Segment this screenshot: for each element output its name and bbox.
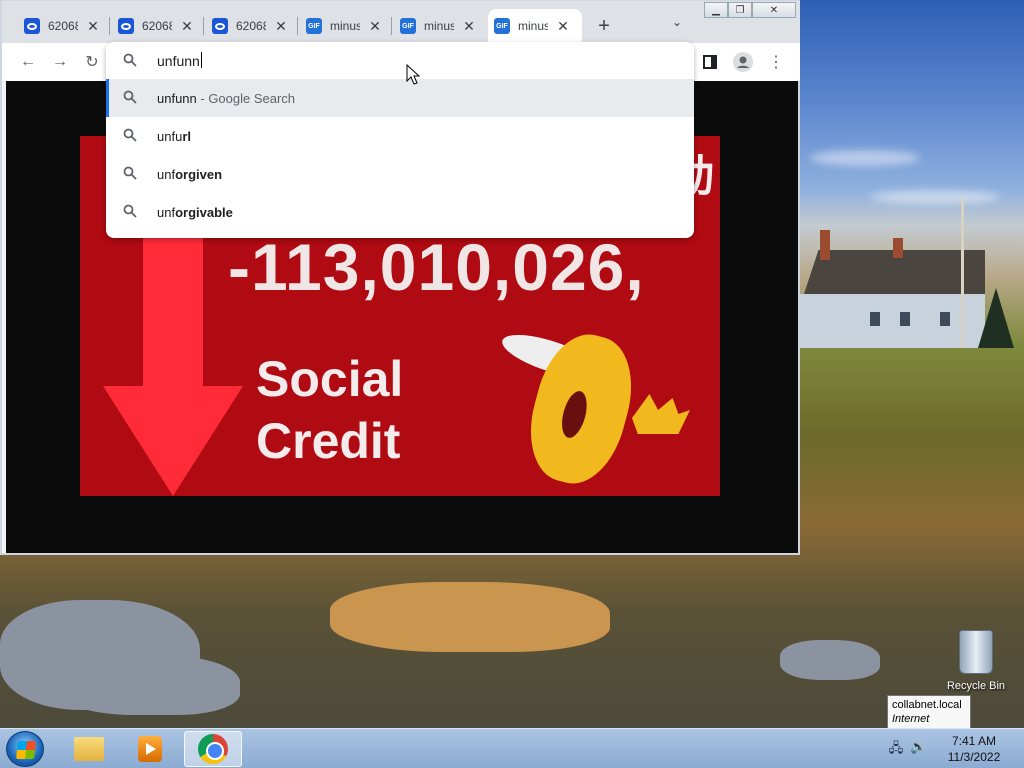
windows-logo-icon: [16, 741, 36, 759]
tab-title: 62068: [142, 19, 172, 33]
clock-time: 7:41 AM: [951, 734, 997, 748]
search-icon: [123, 53, 137, 67]
tab-search-chevron-icon[interactable]: ⌄: [672, 15, 682, 29]
side-panel-icon[interactable]: [700, 52, 720, 72]
clock[interactable]: 7:41 AM 11/3/2022: [944, 733, 1004, 765]
close-tab-icon[interactable]: ✕: [274, 18, 288, 35]
tab-2[interactable]: 62068 ✕: [112, 9, 204, 43]
omnibox-input[interactable]: unfunn: [157, 53, 637, 69]
o-logo-icon: [118, 18, 134, 34]
forward-arrow-icon[interactable]: →: [50, 52, 70, 72]
gif-icon: GIF: [400, 18, 416, 34]
lighthouse-house: [800, 250, 985, 348]
maximize-button[interactable]: ❐: [728, 2, 752, 18]
suggestion-item[interactable]: unfurl: [106, 117, 694, 155]
tab-4[interactable]: GIF minus ✕: [300, 9, 392, 43]
search-icon: [123, 166, 137, 180]
recycle-bin-label: Recycle Bin: [946, 680, 1006, 692]
duck-wing-graphic: [632, 394, 690, 434]
tab-title: 62068: [48, 19, 78, 33]
start-button[interactable]: [6, 731, 44, 767]
suggestion-completion: orgiven: [175, 166, 223, 182]
mouse-pointer-icon: [406, 64, 420, 85]
new-tab-button[interactable]: +: [594, 15, 614, 38]
media-player-icon: [138, 736, 162, 762]
suggestion-prefix: unfu: [157, 128, 183, 144]
tooltip-domain: collabnet.local: [892, 699, 962, 711]
tab-1[interactable]: 62068 ✕: [18, 9, 110, 43]
more-menu-icon[interactable]: ⋮: [766, 52, 786, 72]
chrome-icon: [198, 734, 228, 764]
recycle-bin-icon: [959, 630, 993, 674]
close-window-button[interactable]: ✕: [752, 2, 796, 18]
volume-icon[interactable]: 🔊: [910, 739, 926, 755]
search-icon: [123, 204, 137, 218]
close-tab-icon[interactable]: ✕: [368, 18, 382, 35]
suggestion-text: unfunn: [157, 90, 197, 106]
network-tooltip: collabnet.local Internet access: [887, 695, 971, 739]
suggestion-completion: rl: [182, 128, 191, 144]
tab-title: minus: [330, 19, 360, 33]
minimize-button[interactable]: ▁: [704, 2, 728, 18]
reload-icon[interactable]: ↻: [82, 52, 102, 72]
tab-3[interactable]: 62068 ✕: [206, 9, 298, 43]
tab-title: minus: [424, 19, 454, 33]
poster-caption: Social Credit: [256, 348, 403, 472]
recycle-bin[interactable]: Recycle Bin: [944, 630, 1008, 692]
taskbar-media-player[interactable]: [121, 731, 179, 767]
poster-number: -113,010,026,: [228, 230, 645, 304]
poster-caption-line2: Credit: [256, 413, 401, 469]
profile-avatar-icon[interactable]: [733, 52, 753, 72]
text-caret: [201, 52, 202, 68]
o-logo-icon: [212, 18, 228, 34]
gif-icon: GIF: [306, 18, 322, 34]
suggestion-prefix: unf: [157, 166, 176, 182]
taskbar: 🖧 🔊 7:41 AM 11/3/2022: [0, 728, 1024, 768]
tab-title: minus: [518, 19, 548, 33]
window-controls: ▁ ❐ ✕: [704, 2, 796, 18]
close-tab-icon[interactable]: ✕: [462, 18, 476, 35]
tab-strip: 62068 ✕ 62068 ✕ 62068 ✕ GIF minus ✕ GIF …: [2, 1, 800, 43]
close-tab-icon[interactable]: ✕: [556, 18, 570, 35]
system-tray: 🖧 🔊: [888, 739, 926, 755]
o-logo-icon: [24, 18, 40, 34]
folder-icon: [74, 737, 104, 761]
omnibox-dropdown: unfunn unfunn - Google Search unfurl unf…: [106, 42, 694, 238]
omnibox[interactable]: unfunn: [106, 42, 694, 80]
suggestion-item[interactable]: unforgiven: [106, 155, 694, 193]
close-tab-icon[interactable]: ✕: [180, 18, 194, 35]
suggestion-prefix: unf: [157, 204, 176, 220]
suggestion-item[interactable]: unfunn - Google Search: [106, 79, 694, 117]
suggestion-item[interactable]: unforgivable: [106, 193, 694, 231]
tab-6-active[interactable]: GIF minus ✕: [488, 9, 582, 43]
poster-caption-line1: Social: [256, 351, 404, 407]
search-icon: [123, 90, 137, 104]
tab-title: 62068: [236, 19, 266, 33]
suggestion-completion: orgivable: [175, 204, 233, 220]
gif-icon: GIF: [494, 18, 510, 34]
clock-date: 11/3/2022: [947, 750, 1001, 764]
taskbar-chrome[interactable]: [184, 731, 242, 767]
close-tab-icon[interactable]: ✕: [86, 18, 100, 35]
taskbar-explorer[interactable]: [60, 731, 118, 767]
suggestion-hint: - Google Search: [196, 90, 296, 106]
down-arrow-graphic: [103, 236, 243, 496]
back-arrow-icon[interactable]: ←: [18, 52, 38, 72]
network-icon[interactable]: 🖧: [888, 739, 904, 755]
search-icon: [123, 128, 137, 142]
tab-5[interactable]: GIF minus ✕: [394, 9, 486, 43]
